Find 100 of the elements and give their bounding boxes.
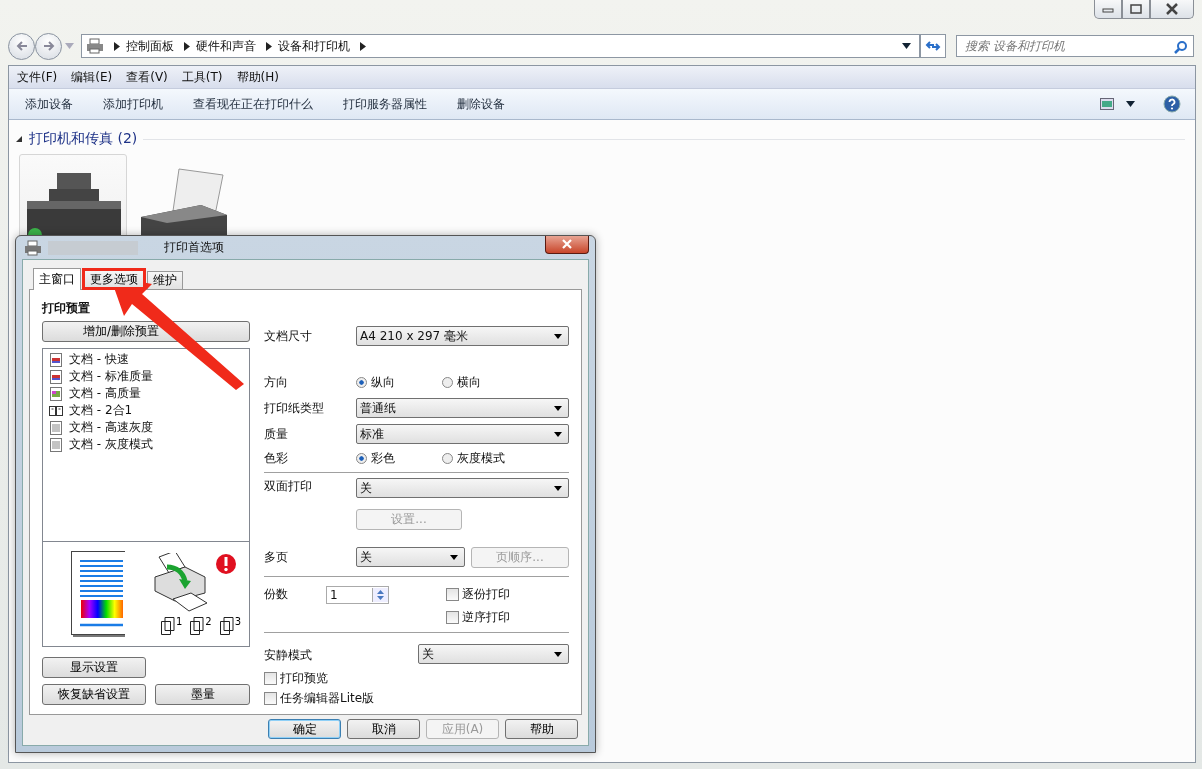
radio-option[interactable]: 纵向 — [356, 373, 442, 391]
select-field[interactable]: A4 210 x 297 毫米 — [356, 326, 569, 346]
radio-option[interactable]: 横向 — [442, 373, 528, 391]
checkbox-option[interactable]: 打印预览 — [264, 669, 328, 687]
radio-option[interactable]: 彩色 — [356, 449, 442, 467]
setting-label: 打印纸类型 — [264, 399, 325, 417]
minimize-button[interactable] — [1094, 0, 1122, 19]
tab[interactable]: 维护 — [147, 271, 183, 289]
display-settings-button[interactable]: 显示设置 — [42, 657, 146, 678]
search-icon[interactable] — [1174, 40, 1188, 54]
setting-label: 份数 — [264, 586, 289, 603]
maximize-button[interactable] — [1122, 0, 1150, 19]
toolbar-button[interactable]: 查看现在正在打印什么 — [193, 95, 313, 113]
toolbar-button[interactable]: 删除设备 — [457, 95, 505, 113]
radio-option[interactable]: 灰度模式 — [442, 449, 528, 467]
select-field[interactable]: 标准 — [356, 424, 569, 444]
page-stack-drawing — [190, 617, 205, 635]
document-icon — [49, 437, 63, 452]
menu-item[interactable]: 编辑(E) — [71, 68, 113, 86]
chevron-icon — [114, 41, 120, 51]
menu-item[interactable]: 文件(F) — [17, 68, 58, 86]
chevron-icon — [266, 41, 272, 51]
setting-label: 安静模式 — [264, 647, 313, 664]
document-icon — [49, 420, 63, 435]
error-icon — [215, 553, 237, 575]
select-field[interactable]: 普通纸 — [356, 398, 569, 418]
dropdown-arrow-icon — [450, 554, 458, 560]
search-field[interactable]: 搜索 设备和打印机 — [956, 35, 1194, 57]
dropdown-arrow-icon — [554, 405, 562, 411]
group-title: 打印机和传真 (2) — [29, 130, 138, 148]
preset-item[interactable]: 文档 - 快速 — [69, 351, 129, 368]
maximize-icon — [1130, 4, 1142, 14]
select-field[interactable]: 关 — [356, 478, 569, 498]
dropdown-arrow-icon[interactable] — [902, 43, 911, 49]
preset-item[interactable]: 文档 - 2合1 — [69, 402, 133, 419]
dropdown-arrow-icon[interactable] — [1126, 101, 1135, 107]
refresh-icon — [925, 39, 941, 53]
checkbox-option[interactable]: 逆序打印 — [446, 609, 510, 626]
page-number: 3 — [234, 617, 241, 627]
dropdown-arrow-icon — [554, 333, 562, 339]
dialog-title: 打印首选项 — [164, 239, 224, 256]
toolbar-button[interactable]: 添加打印机 — [103, 95, 163, 113]
chevron-icon — [360, 41, 366, 51]
document-icon — [49, 352, 63, 367]
breadcrumb-item[interactable]: 硬件和声音 — [196, 37, 256, 55]
preset-item[interactable]: 文档 - 灰度模式 — [69, 436, 153, 453]
close-button[interactable] — [545, 235, 589, 254]
copies-field[interactable]: 1 — [326, 586, 389, 604]
setting-label: 方向 — [264, 373, 289, 391]
setting-label: 多页 — [264, 548, 289, 566]
back-arrow-icon — [14, 40, 29, 52]
minimize-icon — [1102, 5, 1114, 13]
dialog-button[interactable]: 取消 — [347, 719, 420, 739]
document-icon — [49, 369, 63, 384]
checkbox-option[interactable]: 逐份打印 — [446, 586, 510, 603]
dropdown-arrow-icon — [554, 651, 562, 657]
close-icon — [1165, 3, 1179, 15]
preset-item[interactable]: 文档 - 标准质量 — [69, 368, 153, 385]
dialog-button[interactable]: 确定 — [268, 719, 341, 739]
refresh-button[interactable] — [920, 34, 946, 58]
menu-item[interactable]: 帮助(H) — [236, 68, 279, 86]
ink-level-button[interactable]: 墨量 — [155, 684, 250, 705]
page-stack-drawing — [219, 617, 234, 635]
menu-item[interactable]: 查看(V) — [126, 68, 168, 86]
close-button[interactable] — [1150, 0, 1194, 19]
setting-label: 文档尺寸 — [264, 327, 313, 345]
forward-button[interactable] — [35, 32, 62, 60]
preset-item[interactable]: 文档 - 高速灰度 — [69, 419, 153, 436]
breadcrumb-item[interactable]: 控制面板 — [126, 37, 174, 55]
back-button[interactable] — [8, 32, 35, 60]
checkbox-option[interactable]: 任务编辑器Lite版 — [264, 689, 375, 707]
page-preview-icon — [71, 551, 125, 637]
close-icon — [561, 239, 573, 249]
setting-label: 质量 — [264, 425, 289, 443]
toolbar-button[interactable]: 打印服务器属性 — [343, 95, 427, 113]
spin-arrows-icon[interactable] — [376, 589, 385, 601]
preset-button[interactable]: 增加/删除预置 — [42, 321, 250, 342]
restore-defaults-button[interactable]: 恢复缺省设置 — [42, 684, 146, 705]
menu-item[interactable]: 工具(T) — [181, 68, 223, 86]
dropdown-arrow-icon — [554, 485, 562, 491]
help-icon[interactable] — [1163, 95, 1181, 113]
collapse-arrow-icon[interactable] — [15, 135, 23, 143]
tab[interactable]: 更多选项 — [82, 268, 146, 290]
dropdown-arrow-icon — [554, 431, 562, 437]
dialog-button[interactable]: 帮助 — [505, 719, 578, 739]
two-pages-icon — [49, 403, 63, 418]
chevron-icon — [184, 41, 190, 51]
view-icon[interactable] — [1100, 98, 1114, 110]
section-title: 打印预置 — [42, 300, 91, 317]
toolbar-button[interactable]: 添加设备 — [25, 95, 73, 113]
preset-item[interactable]: 文档 - 高质量 — [69, 385, 141, 402]
breadcrumb-item[interactable]: 设备和打印机 — [278, 37, 350, 55]
printer-icon — [86, 38, 104, 54]
page-number: 1 — [175, 617, 183, 627]
forward-arrow-icon — [41, 40, 56, 52]
address-bar[interactable]: 控制面板 硬件和声音 设备和打印机 — [81, 34, 920, 58]
tab[interactable]: 主窗口 — [33, 268, 81, 290]
document-icon — [49, 386, 63, 401]
setting-label: 色彩 — [264, 449, 289, 467]
select-field[interactable]: 关 — [418, 644, 569, 664]
